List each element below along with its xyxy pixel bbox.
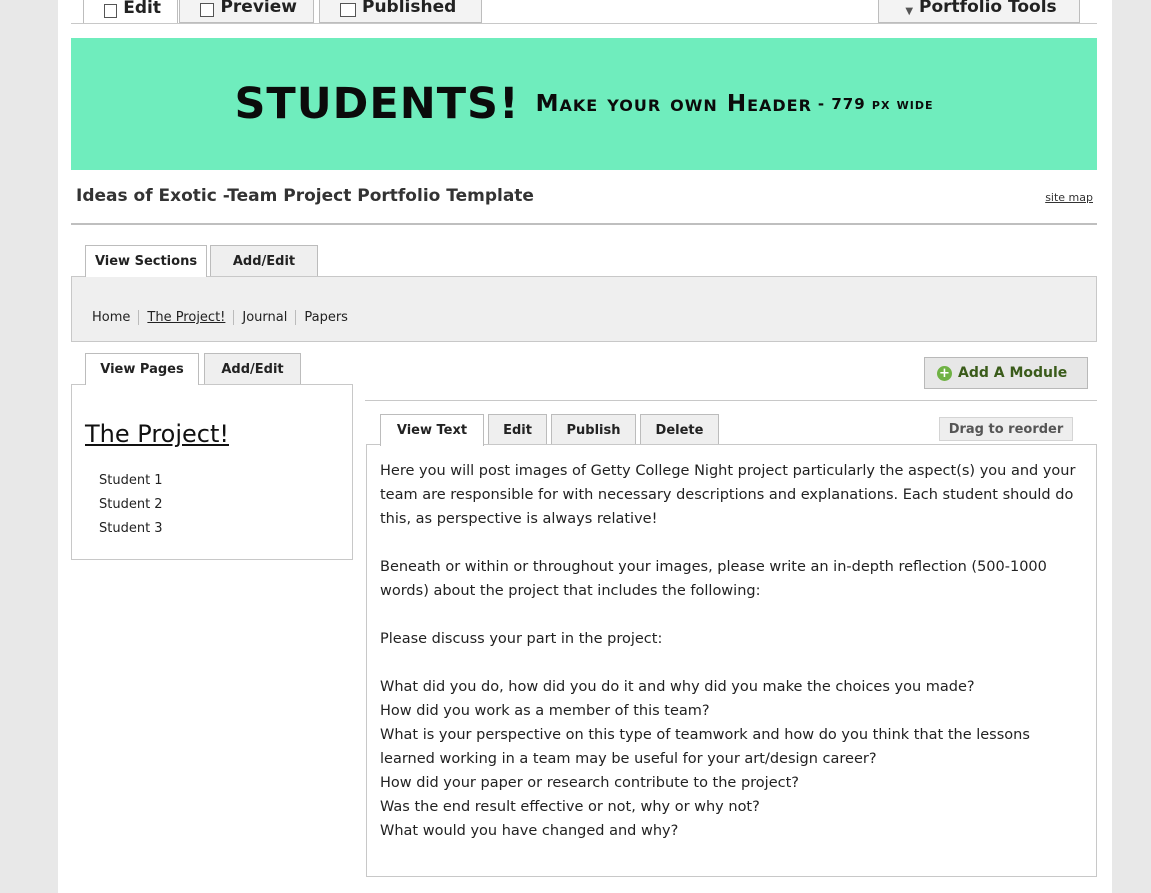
banner-title: STUDENTS! — [234, 79, 520, 129]
mode-tabs-divider — [71, 23, 1097, 24]
site-map-link[interactable]: site map — [1045, 191, 1093, 204]
sections-panel: Home The Project! Journal Papers — [71, 276, 1097, 342]
module-text: Here you will post images of Getty Colle… — [380, 459, 1080, 843]
tab-delete[interactable]: Delete — [640, 414, 719, 445]
question-line: How did you work as a member of this tea… — [380, 703, 710, 719]
page-item-student-3[interactable]: Student 3 — [99, 521, 163, 545]
section-link-journal[interactable]: Journal — [234, 310, 295, 325]
tab-published-label: Published — [362, 0, 457, 17]
tab-edit-label: Edit — [123, 0, 161, 18]
question-line: What did you do, how did you do it and w… — [380, 679, 975, 695]
dropdown-arrow-icon: ▼ — [905, 6, 914, 17]
tab-publish[interactable]: Publish — [551, 414, 636, 445]
page-container: Edit Preview Published ▼ Portfolio Tools… — [58, 0, 1112, 893]
question-line: What would you have changed and why? — [380, 823, 679, 839]
title-divider — [71, 223, 1097, 225]
tab-edit-module[interactable]: Edit — [488, 414, 547, 445]
module-divider — [365, 400, 1097, 401]
section-nav: Home The Project! Journal Papers — [92, 310, 356, 325]
tab-published[interactable]: Published — [319, 0, 482, 23]
tab-view-pages-label: View Pages — [100, 362, 184, 377]
banner-subtitle: Make your own Header — [535, 91, 812, 117]
question-line: Was the end result effective or not, why… — [380, 799, 760, 815]
published-icon — [340, 3, 356, 17]
tab-preview[interactable]: Preview — [179, 0, 314, 23]
question-line: What is your perspective on this type of… — [380, 727, 1030, 767]
banner-width-note: - 779 px wide — [817, 95, 934, 113]
tab-sections-add-edit[interactable]: Add/Edit — [210, 245, 318, 276]
tab-sections-add-edit-label: Add/Edit — [232, 253, 296, 269]
section-link-the-project[interactable]: The Project! — [139, 310, 233, 325]
current-page-title[interactable]: The Project! — [85, 420, 229, 448]
pages-panel: The Project! Student 1 Student 2 Student… — [71, 384, 353, 560]
tab-delete-label: Delete — [655, 422, 704, 438]
page-item-student-1[interactable]: Student 1 — [99, 473, 163, 497]
header-banner: STUDENTS! Make your own Header - 779 px … — [71, 38, 1097, 170]
page-item-student-2[interactable]: Student 2 — [99, 497, 163, 521]
add-module-button[interactable]: + Add A Module — [924, 357, 1088, 389]
add-module-label: Add A Module — [958, 365, 1068, 381]
section-link-papers[interactable]: Papers — [296, 310, 356, 325]
tab-edit-module-label: Edit — [503, 422, 532, 438]
tab-view-pages[interactable]: View Pages — [85, 353, 199, 385]
portfolio-tools-label: Portfolio Tools — [919, 0, 1057, 17]
module-content: Here you will post images of Getty Colle… — [366, 444, 1097, 877]
tab-publish-label: Publish — [566, 422, 621, 438]
portfolio-tools-button[interactable]: ▼ Portfolio Tools — [878, 0, 1080, 23]
tab-view-sections[interactable]: View Sections — [85, 245, 207, 277]
add-circle-icon: + — [937, 365, 952, 381]
tab-pages-add-edit[interactable]: Add/Edit — [204, 353, 301, 384]
paragraph: Here you will post images of Getty Colle… — [380, 463, 1076, 527]
paragraph: Beneath or within or throughout your ima… — [380, 559, 1047, 599]
drag-to-reorder-handle[interactable]: Drag to reorder — [939, 417, 1073, 441]
tab-pages-add-edit-label: Add/Edit — [221, 361, 284, 377]
preview-icon — [200, 3, 215, 17]
tab-preview-label: Preview — [220, 0, 297, 17]
tab-view-text[interactable]: View Text — [380, 414, 484, 446]
portfolio-title: Ideas of Exotic -Team Project Portfolio … — [76, 186, 534, 206]
tab-view-text-label: View Text — [396, 423, 468, 438]
tab-edit[interactable]: Edit — [83, 0, 178, 23]
paragraph: Please discuss your part in the project: — [380, 631, 663, 647]
page-list: Student 1 Student 2 Student 3 — [99, 473, 163, 545]
question-line: How did your paper or research contribut… — [380, 775, 799, 791]
tab-view-sections-label: View Sections — [94, 254, 198, 269]
edit-icon — [104, 4, 118, 18]
section-link-home[interactable]: Home — [92, 310, 138, 325]
